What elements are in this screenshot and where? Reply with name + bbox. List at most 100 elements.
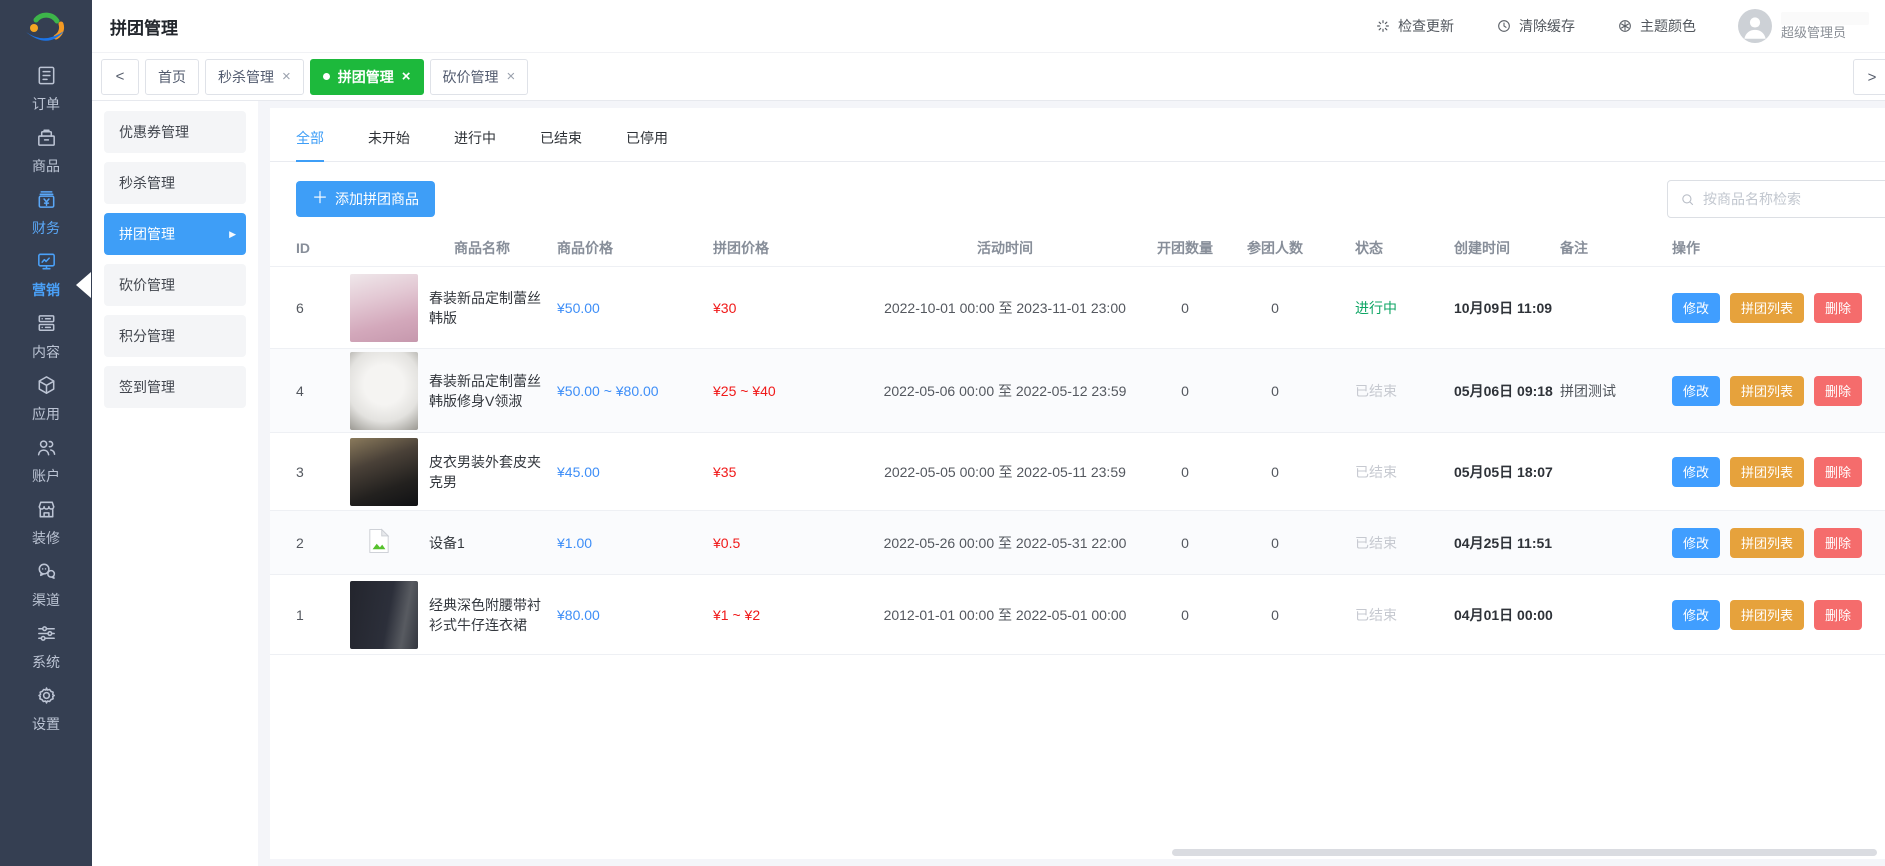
main-column: 拼团管理 检查更新 清除缓存 [92, 0, 1885, 866]
sidebar-item-system[interactable]: 系统 [0, 616, 92, 678]
filter-tab[interactable]: 已停用 [626, 128, 668, 161]
submenu-item-label: 签到管理 [119, 377, 175, 397]
group-price: ¥1 ~ ¥2 [713, 607, 860, 623]
edit-button[interactable]: 修改 [1672, 293, 1720, 323]
product-name: 设备1 [429, 533, 541, 553]
clear-cache-label: 清除缓存 [1519, 16, 1575, 36]
filter-tab[interactable]: 全部 [296, 128, 324, 161]
group-list-button[interactable]: 拼团列表 [1730, 457, 1804, 487]
channel-icon [35, 560, 58, 586]
product-price: ¥50.00 ~ ¥80.00 [557, 383, 713, 399]
submenu-item[interactable]: 拼团管理 ▶ [104, 213, 246, 255]
search-input[interactable] [1703, 191, 1885, 207]
user-menu[interactable]: 超级管理员 [1738, 9, 1869, 43]
product-name: 经典深色附腰带衬衫式牛仔连衣裙 [429, 595, 541, 635]
edit-button[interactable]: 修改 [1672, 457, 1720, 487]
submenu-item[interactable]: 签到管理 ▶ [104, 366, 246, 408]
table-row: 3 皮衣男装外套皮夹克男 ¥45.00 ¥35 2022-05-05 00:00… [270, 433, 1885, 511]
user-name-redacted [1781, 12, 1869, 25]
sidebar-collapse-handle[interactable] [76, 272, 91, 298]
activity-time: 2022-10-01 00:00 至 2023-11-01 23:00 [860, 298, 1150, 318]
sidebar-item-finance[interactable]: 财务 [0, 182, 92, 244]
table-body: 6 春装新品定制蕾丝韩版 ¥50.00 ¥30 2022-10-01 00:00… [270, 267, 1885, 655]
product-price: ¥50.00 [557, 300, 713, 316]
page-tab-label: 砍价管理 [443, 67, 499, 87]
add-group-product-button[interactable]: ＋ 添加拼团商品 [296, 181, 435, 217]
decorate-icon [35, 498, 58, 524]
order-icon [35, 64, 58, 90]
product-name: 皮衣男装外套皮夹克男 [429, 452, 541, 492]
product-image-broken [368, 528, 390, 557]
sidebar-item-account[interactable]: 账户 [0, 430, 92, 492]
edit-button[interactable]: 修改 [1672, 528, 1720, 558]
group-list-button[interactable]: 拼团列表 [1730, 600, 1804, 630]
tabs-scroll-left-button[interactable]: < [101, 59, 139, 95]
filter-tab[interactable]: 进行中 [454, 128, 496, 161]
group-list-button[interactable]: 拼团列表 [1730, 376, 1804, 406]
group-count: 0 [1150, 383, 1220, 399]
edit-button[interactable]: 修改 [1672, 600, 1720, 630]
horizontal-scrollbar[interactable] [1172, 849, 1877, 856]
cell-id: 3 [296, 464, 350, 480]
column-header: 商品价格 [557, 238, 713, 258]
remark: 拼团测试 [1556, 381, 1666, 401]
sidebar-item-content[interactable]: 内容 [0, 306, 92, 368]
created-time: 05月06日 09:18 [1450, 381, 1556, 401]
group-count: 0 [1150, 300, 1220, 316]
filter-tab[interactable]: 未开始 [368, 128, 410, 161]
row-actions: 修改拼团列表删除 [1666, 376, 1885, 406]
page-tab[interactable]: 砍价管理 × [430, 59, 529, 95]
sidebar-item-apps[interactable]: 应用 [0, 368, 92, 430]
submenu: 优惠券管理 ▶ 秒杀管理 ▶ 拼团管理 ▶ 砍价管理 ▶ 积分管理 ▶ 签到管理… [92, 101, 258, 866]
close-icon[interactable]: × [402, 69, 411, 84]
close-icon[interactable]: × [507, 69, 516, 84]
delete-button[interactable]: 删除 [1814, 600, 1862, 630]
submenu-item[interactable]: 优惠券管理 ▶ [104, 111, 246, 153]
marketing-icon [35, 250, 58, 276]
group-count: 0 [1150, 535, 1220, 551]
table-row: 6 春装新品定制蕾丝韩版 ¥50.00 ¥30 2022-10-01 00:00… [270, 267, 1885, 349]
sidebar-item-decorate[interactable]: 装修 [0, 492, 92, 554]
content-icon [35, 312, 58, 338]
sidebar-item-order[interactable]: 订单 [0, 58, 92, 120]
tabs-scroll-right-button[interactable]: > [1853, 59, 1885, 95]
page-tab[interactable]: 秒杀管理 × [205, 59, 304, 95]
created-time: 04月01日 00:00 [1450, 605, 1556, 625]
delete-button[interactable]: 删除 [1814, 528, 1862, 558]
group-list-button[interactable]: 拼团列表 [1730, 293, 1804, 323]
column-header: 状态 [1330, 238, 1450, 258]
delete-button[interactable]: 删除 [1814, 376, 1862, 406]
submenu-item[interactable]: 秒杀管理 ▶ [104, 162, 246, 204]
page-title: 拼团管理 [110, 14, 178, 39]
close-icon[interactable]: × [282, 69, 291, 84]
active-dot-icon [323, 73, 330, 80]
clear-cache-button[interactable]: 清除缓存 [1496, 16, 1575, 36]
sidebar-menu: 订单 商品 财务 营销 内容 应用 账户 装修 渠道 系统 设置 [0, 58, 92, 740]
sidebar-item-channel[interactable]: 渠道 [0, 554, 92, 616]
status-filter-tabs: 全部 未开始 进行中 已结束 已停用 [270, 108, 1885, 162]
sidebar-item-settings[interactable]: 设置 [0, 678, 92, 740]
edit-button[interactable]: 修改 [1672, 376, 1720, 406]
group-list-button[interactable]: 拼团列表 [1730, 528, 1804, 558]
activity-time: 2022-05-26 00:00 至 2022-05-31 22:00 [860, 533, 1150, 553]
main-panel: 全部未开始进行中已结束已停用 ＋ 添加拼团商品 ID商品名称商品价格拼团价格活 [270, 108, 1885, 859]
delete-button[interactable]: 删除 [1814, 293, 1862, 323]
submenu-item[interactable]: 砍价管理 ▶ [104, 264, 246, 306]
filter-tab[interactable]: 已结束 [540, 128, 582, 161]
chevron-right-icon: ▶ [229, 229, 236, 240]
product-image-pink-top [350, 274, 418, 342]
sidebar-item-goods[interactable]: 商品 [0, 120, 92, 182]
theme-color-button[interactable]: 主题颜色 [1617, 16, 1696, 36]
check-update-button[interactable]: 检查更新 [1375, 16, 1454, 36]
cell-id: 6 [296, 300, 350, 316]
logo-icon [20, 9, 72, 49]
tabbar: < 首页 秒杀管理 × 拼团管理 × 砍价管理 × > [92, 53, 1885, 101]
sidebar-item-label: 应用 [32, 404, 60, 424]
delete-button[interactable]: 删除 [1814, 457, 1862, 487]
page-tab[interactable]: 拼团管理 × [310, 59, 424, 95]
submenu-item[interactable]: 积分管理 ▶ [104, 315, 246, 357]
apps-icon [35, 374, 58, 400]
product-price: ¥80.00 [557, 607, 713, 623]
page-tab[interactable]: 首页 [145, 59, 199, 95]
sidebar-item-label: 系统 [32, 652, 60, 672]
